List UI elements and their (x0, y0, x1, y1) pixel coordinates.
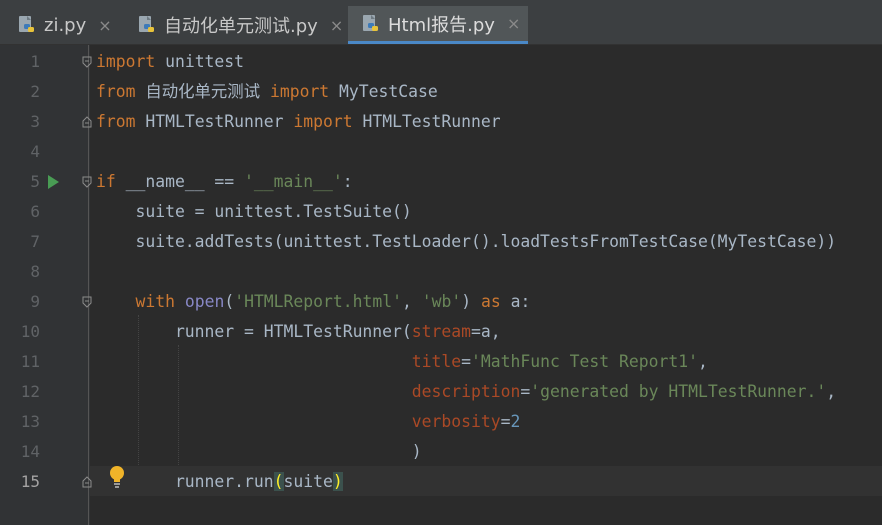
line-number: 13 (20, 412, 40, 431)
fold-marker-icon[interactable] (82, 176, 92, 188)
line-number: 14 (20, 442, 40, 461)
code-line-2: from 自动化单元测试 import MyTestCase (96, 82, 438, 101)
tab-label: 自动化单元测试.py (164, 16, 318, 37)
python-file-icon (18, 15, 36, 35)
line-number: 2 (30, 82, 40, 101)
ide-window: zi.py × 自动化单元测试.py × Html报告.py × 1 2 3 4… (0, 0, 882, 525)
close-icon[interactable]: × (98, 16, 111, 35)
code-line-13: verbosity=2 (411, 412, 521, 431)
editor-tab-bar: zi.py × 自动化单元测试.py × Html报告.py × (0, 0, 882, 45)
line-number: 12 (20, 382, 40, 401)
close-icon[interactable]: × (330, 16, 343, 35)
fold-marker-icon[interactable] (82, 116, 92, 128)
code-line-14: ) (96, 442, 422, 461)
line-number: 15 (20, 472, 40, 491)
code-line-5: if __name__ == '__main__': (96, 172, 353, 191)
line-number: 4 (30, 142, 40, 161)
fold-marker-icon[interactable] (82, 296, 92, 308)
line-number: 5 (30, 172, 40, 191)
code-line-12: description='generated by HTMLTestRunner… (411, 382, 837, 401)
python-file-icon (362, 14, 380, 34)
matched-bracket: ) (332, 472, 343, 491)
tab-zi-py[interactable]: zi.py × (4, 6, 124, 44)
code-line-1: import unittest (96, 52, 245, 71)
code-line-3: from HTMLTestRunner import HTMLTestRunne… (96, 112, 501, 131)
code-line-6: suite = unittest.TestSuite() (96, 202, 412, 221)
line-number: 3 (30, 112, 40, 131)
fold-marker-icon[interactable] (82, 56, 92, 68)
code-editor[interactable]: 1 2 3 4 5 6 7 8 9 10 11 12 13 14 15 impo… (0, 45, 882, 525)
line-number: 9 (30, 292, 40, 311)
line-number: 7 (30, 232, 40, 251)
code-line-10: runner = HTMLTestRunner(stream=a, (96, 322, 501, 341)
line-number: 6 (30, 202, 40, 221)
code-line-9: with open('HTMLReport.html', 'wb') as a: (135, 292, 531, 311)
fold-marker-icon[interactable] (82, 476, 92, 488)
code-line-11: title='MathFunc Test Report1', (411, 352, 708, 371)
line-number: 8 (30, 262, 40, 281)
matched-bracket: ( (273, 472, 284, 491)
tab-label: zi.py (44, 14, 87, 36)
code-line-15: runner.run(suite) (96, 472, 343, 491)
run-arrow-icon[interactable] (48, 175, 59, 189)
tab-html-report-py[interactable]: Html报告.py × (348, 6, 528, 44)
line-number: 1 (30, 52, 40, 71)
line-number: 11 (20, 352, 40, 371)
close-icon[interactable]: × (507, 14, 520, 33)
line-number: 10 (20, 322, 40, 341)
code-line-7: suite.addTests(unittest.TestLoader().loa… (96, 232, 837, 251)
tab-label: Html报告.py (388, 14, 495, 36)
python-file-icon (138, 15, 156, 35)
tab-unit-test-py[interactable]: 自动化单元测试.py × (124, 6, 346, 44)
